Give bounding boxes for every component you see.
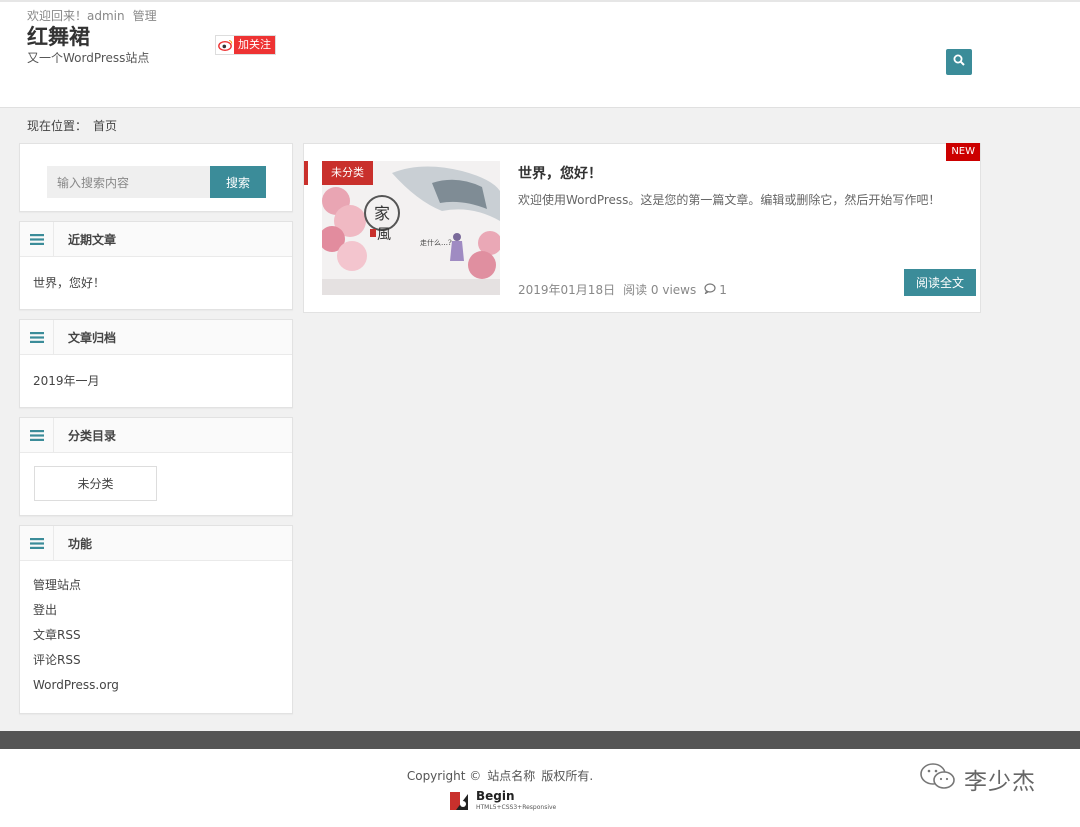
widget-title: 分类目录	[68, 428, 117, 443]
search-input[interactable]: 输入搜索内容	[47, 166, 211, 198]
search-icon	[953, 54, 965, 70]
weibo-follow-button[interactable]: 加关注	[215, 35, 276, 55]
footer-site-name[interactable]: 站点名称	[487, 769, 535, 783]
svg-text:家: 家	[374, 204, 390, 223]
recent-post-link[interactable]: 世界，您好！	[33, 271, 279, 296]
meta-link-logout[interactable]: 登出	[33, 598, 279, 623]
copyright-text: Copyright ©	[406, 769, 482, 783]
post-views: 阅读 0 views	[623, 283, 697, 297]
rights-text: 版权所有.	[541, 769, 594, 783]
archive-widget: 文章归档 2019年一月	[19, 319, 293, 408]
meta-widget: 功能 管理站点 登出 文章RSS 评论RSS WordPress.org	[19, 525, 293, 714]
wechat-icon	[918, 761, 958, 797]
search-widget: 输入搜索内容 搜索	[19, 143, 293, 212]
search-toggle-button[interactable]	[946, 49, 972, 75]
recent-posts-widget: 近期文章 世界，您好！	[19, 221, 293, 310]
meta-link-comments-rss[interactable]: 评论RSS	[33, 648, 279, 673]
footer: Copyright © 站点名称 版权所有. Begin HTML5+CSS3+Re…	[0, 749, 1080, 827]
site-description: 又一个WordPress站点	[27, 51, 150, 65]
widget-title: 功能	[68, 536, 93, 551]
begin-logo-subtitle: HTML5+CSS3+Responsive	[476, 804, 557, 811]
widget-title: 文章归档	[68, 330, 117, 345]
meta-link-admin[interactable]: 管理站点	[33, 573, 279, 598]
breadcrumb-label: 现在位置：	[27, 119, 88, 133]
category-link[interactable]: 未分类	[34, 466, 157, 501]
read-more-button[interactable]: 阅读全文	[904, 269, 976, 296]
weibo-icon	[216, 36, 234, 54]
breadcrumb: 现在位置： 首页	[27, 117, 123, 134]
site-header: 欢迎回来！admin 管理 红舞裙 又一个WordPress站点 加关注	[0, 0, 1080, 108]
post-meta: 2019年01月18日 阅读 0 views 1	[518, 281, 735, 298]
copyright: Copyright © 站点名称 版权所有.	[0, 767, 1000, 784]
widget-header: 功能	[20, 525, 292, 561]
search-button[interactable]: 搜索	[210, 166, 266, 198]
category-edge	[304, 161, 308, 185]
svg-text:走什么…?: 走什么…?	[420, 238, 452, 247]
widget-title: 近期文章	[68, 232, 117, 247]
widget-header: 分类目录	[20, 417, 292, 453]
post-card: 家 風 走什么…? 未分类 NEW 世界，您好！ 欢迎使用WordPress。这…	[303, 143, 981, 313]
comment-icon	[704, 282, 716, 297]
begin-logo-name: Begin	[476, 789, 515, 803]
post-category-tag[interactable]: 未分类	[322, 161, 373, 185]
widget-header: 文章归档	[20, 319, 292, 355]
svg-text:風: 風	[377, 227, 391, 243]
begin-logo-mark	[450, 792, 468, 810]
menu-icon	[20, 319, 54, 355]
site-title[interactable]: 红舞裙	[27, 21, 90, 51]
post-title[interactable]: 世界，您好！	[518, 163, 602, 183]
meta-link-wordpress[interactable]: WordPress.org	[33, 673, 279, 698]
post-excerpt: 欢迎使用WordPress。这是您的第一篇文章。编辑或删除它，然后开始写作吧！	[518, 193, 941, 207]
weibo-follow-label: 加关注	[234, 36, 275, 54]
archive-link[interactable]: 2019年一月	[33, 369, 279, 394]
post-date: 2019年01月18日	[518, 283, 616, 297]
post-comment-count[interactable]: 1	[719, 283, 727, 297]
footer-bar	[0, 731, 1080, 749]
manage-link[interactable]: 管理	[133, 9, 157, 23]
widget-header: 近期文章	[20, 221, 292, 257]
wechat-author: 李少杰	[964, 769, 1036, 795]
new-badge: NEW	[946, 143, 980, 161]
meta-link-posts-rss[interactable]: 文章RSS	[33, 623, 279, 648]
menu-icon	[20, 417, 54, 453]
menu-icon	[20, 221, 54, 257]
menu-icon	[20, 525, 54, 561]
breadcrumb-home[interactable]: 首页	[93, 119, 117, 133]
category-widget: 分类目录 未分类	[19, 417, 293, 516]
begin-logo[interactable]: Begin HTML5+CSS3+Responsive	[448, 789, 556, 813]
wechat-watermark: 李少杰	[918, 761, 1036, 797]
